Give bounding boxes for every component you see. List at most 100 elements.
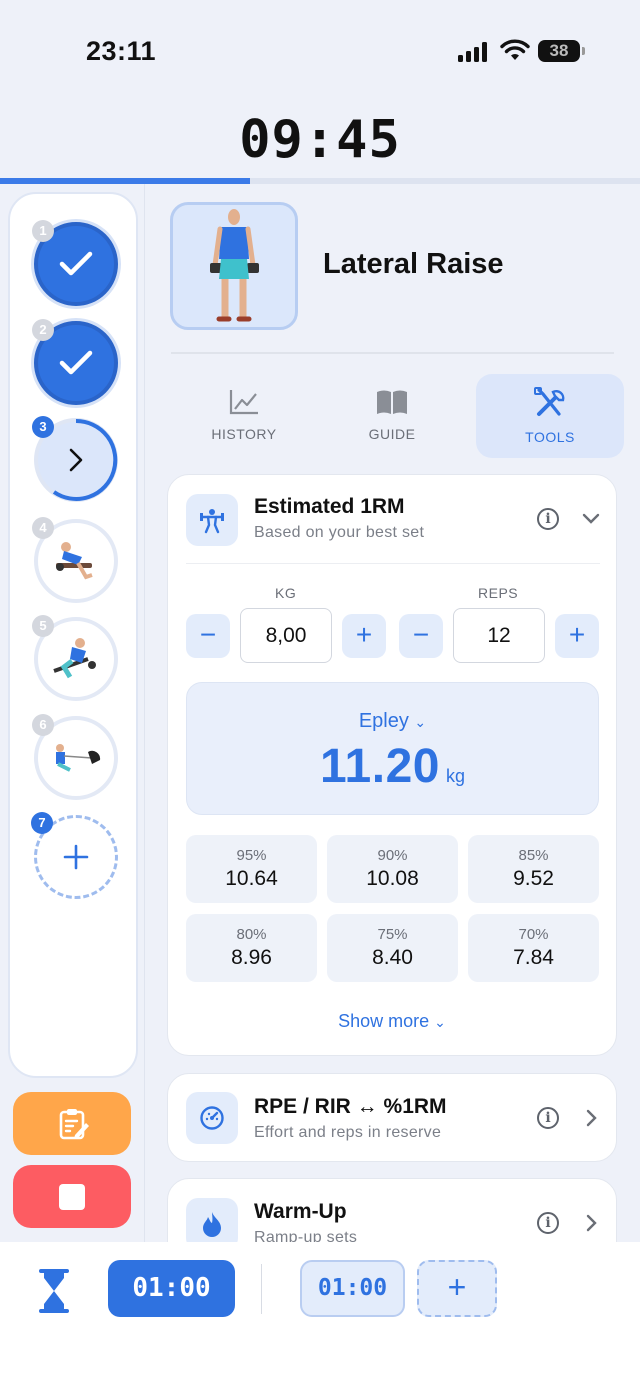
tab-history[interactable]: HISTORY xyxy=(170,374,318,458)
rest-timer-preset[interactable]: 01:00 xyxy=(300,1260,405,1317)
notes-button[interactable] xyxy=(13,1092,131,1155)
percentage-tile: 80% 8.96 xyxy=(186,914,317,982)
exercise-item-5[interactable]: 5 xyxy=(32,615,118,701)
pct-value: 9.52 xyxy=(513,867,554,890)
card-title: RPE / RIR ↔ %1RM xyxy=(254,1095,447,1118)
chevron-down-icon[interactable] xyxy=(582,513,600,525)
exercise-number: 4 xyxy=(32,517,54,539)
hourglass-icon[interactable] xyxy=(38,1268,70,1314)
exercise-number: 6 xyxy=(32,714,54,736)
tab-tools[interactable]: TOOLS xyxy=(476,374,624,458)
show-more-label: Show more xyxy=(338,1011,430,1031)
exercise-number: 2 xyxy=(32,319,54,341)
card-subtitle: Based on your best set xyxy=(254,524,425,541)
percentage-tile: 85% 9.52 xyxy=(468,835,599,903)
add-exercise-button[interactable]: 7 xyxy=(31,812,118,899)
exercise-thumbnail-icon xyxy=(53,638,96,679)
chevron-down-icon: ⌄ xyxy=(414,714,427,730)
info-icon[interactable]: i xyxy=(537,508,559,530)
tab-label: HISTORY xyxy=(211,426,277,442)
exercise-image[interactable] xyxy=(170,202,298,330)
book-icon xyxy=(377,390,407,414)
exercise-item-4[interactable]: 4 xyxy=(32,517,118,603)
clipboard-edit-icon xyxy=(59,1109,89,1140)
gauge-icon xyxy=(186,1092,238,1144)
stop-icon xyxy=(59,1184,85,1210)
pct-value: 8.96 xyxy=(231,946,272,969)
show-more-button[interactable]: Show more ⌄ xyxy=(168,1011,616,1032)
info-icon[interactable]: i xyxy=(537,1212,559,1234)
divider xyxy=(171,352,614,354)
formula-selector[interactable]: Epley ⌄ xyxy=(187,710,598,733)
card-subtitle: Effort and reps in reserve xyxy=(254,1124,442,1141)
divider xyxy=(186,563,600,564)
pct-value: 7.84 xyxy=(513,946,554,969)
chevron-right-icon xyxy=(586,1214,597,1232)
tab-guide[interactable]: GUIDE xyxy=(318,374,466,458)
formula-name: Epley xyxy=(358,710,409,732)
check-icon xyxy=(59,251,93,276)
plus-icon xyxy=(63,844,89,870)
exercise-title: Lateral Raise xyxy=(323,248,504,280)
result-value: 11.20 xyxy=(320,740,440,793)
pct-label: 80% xyxy=(236,926,267,943)
barbell-icon xyxy=(186,494,238,546)
exercise-number: 3 xyxy=(32,416,54,438)
rpe-card[interactable]: RPE / RIR ↔ %1RM Effort and reps in rese… xyxy=(167,1073,617,1162)
kg-decrement-button[interactable]: − xyxy=(186,614,230,658)
percentage-tile: 95% 10.64 xyxy=(186,835,317,903)
exercise-rail: 1 2 3 4 5 6 7 xyxy=(8,192,138,1078)
divider xyxy=(261,1264,262,1314)
add-rest-timer-button[interactable]: + xyxy=(417,1260,497,1317)
workout-progress-bar xyxy=(0,178,640,184)
battery-indicator: 38 xyxy=(538,40,585,62)
info-icon[interactable]: i xyxy=(537,1107,559,1129)
exercise-item-2[interactable]: 2 xyxy=(32,319,118,405)
pct-value: 10.08 xyxy=(366,867,419,890)
pct-label: 75% xyxy=(377,926,408,943)
divider xyxy=(144,184,145,1244)
estimated-1rm: 11.20 kg xyxy=(187,739,598,794)
card-title: Warm-Up xyxy=(254,1200,347,1223)
wifi-icon xyxy=(500,39,530,60)
kg-increment-button[interactable]: + xyxy=(342,614,386,658)
reps-decrement-button[interactable]: − xyxy=(399,614,443,658)
pct-value: 8.40 xyxy=(372,946,413,969)
exercise-thumbnail-icon xyxy=(56,542,93,580)
tab-label: GUIDE xyxy=(368,426,416,442)
workout-timer: 09:45 xyxy=(239,110,401,170)
exercise-thumbnail-icon xyxy=(56,744,101,772)
reps-label: REPS xyxy=(478,585,519,601)
chevron-down-icon: ⌄ xyxy=(434,1014,446,1030)
kg-label: KG xyxy=(275,585,297,601)
result-unit: kg xyxy=(445,766,465,786)
exercise-item-3[interactable]: 3 xyxy=(32,416,118,502)
card-title: Estimated 1RM xyxy=(254,495,405,518)
clock: 23:11 xyxy=(86,36,157,66)
chart-icon xyxy=(229,390,258,415)
signal-icon xyxy=(458,42,490,62)
exercise-number: 5 xyxy=(32,615,54,637)
tools-icon xyxy=(534,387,565,416)
tab-bar: HISTORY GUIDE TOOLS xyxy=(170,374,624,458)
progress-fill xyxy=(0,178,250,184)
exercise-number: 7 xyxy=(31,812,53,834)
pct-label: 95% xyxy=(236,847,267,864)
kg-input[interactable]: 8,00 xyxy=(240,608,332,663)
lateral-raise-figure xyxy=(210,209,259,322)
stop-workout-button[interactable] xyxy=(13,1165,131,1228)
chevron-right-icon xyxy=(69,448,83,472)
percentage-tile: 75% 8.40 xyxy=(327,914,458,982)
exercise-item-1[interactable]: 1 xyxy=(32,220,118,306)
exercise-number: 1 xyxy=(32,220,54,242)
percentage-tile: 90% 10.08 xyxy=(327,835,458,903)
reps-input[interactable]: 12 xyxy=(453,608,545,663)
pct-label: 85% xyxy=(518,847,549,864)
status-bar: 23:11 38 xyxy=(0,0,640,100)
reps-increment-button[interactable]: + xyxy=(555,614,599,658)
rest-timer-bar: 01:00 01:00 + xyxy=(0,1242,640,1391)
one-rm-card: Estimated 1RM Based on your best set i K… xyxy=(167,474,617,1056)
rest-timer-active[interactable]: 01:00 xyxy=(108,1260,235,1317)
pct-label: 90% xyxy=(377,847,408,864)
exercise-item-6[interactable]: 6 xyxy=(32,714,118,800)
